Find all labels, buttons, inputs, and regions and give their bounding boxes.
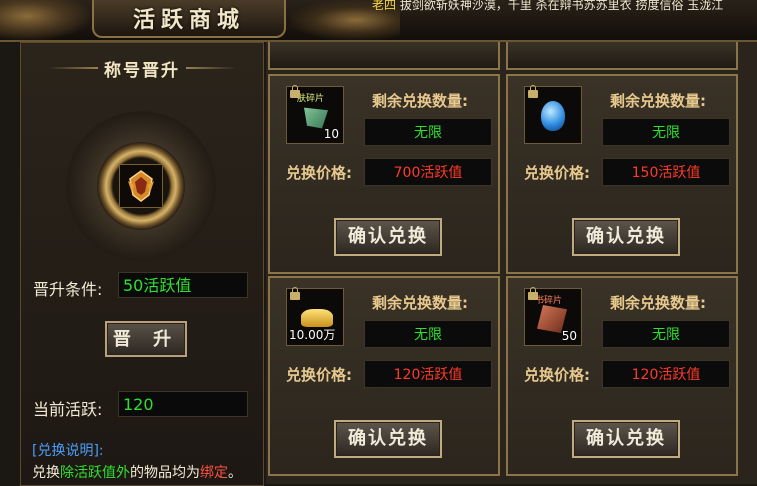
marquee-text: 拔剑欲斩妖神沙漠，千里 杀在辩书苏苏里衣 捞度信俗 玉泷江 — [399, 0, 724, 12]
title-promotion-panel: 称号晋升 晋升条件: 50活跃值 晋 升 当前活跃: 120 [兑换说明]: 兑… — [20, 42, 264, 486]
broadcast-marquee: 老四 拔剑欲斩妖神沙漠，千里 杀在辩书苏苏里衣 捞度信俗 玉泷江 — [372, 0, 723, 13]
remaining-label: 剩余兑换数量: — [372, 92, 468, 110]
gold-ingot-icon[interactable]: 10.00万 — [286, 287, 344, 346]
skill-book-fragment-icon[interactable]: 书碎片 50 — [524, 287, 582, 346]
page-title: 活跃商城 — [132, 7, 245, 33]
price-label: 兑换价格: — [286, 164, 352, 182]
exchange-note-title: [兑换说明]: — [32, 443, 104, 459]
shop-title-plate: 活跃商城 — [92, 0, 286, 38]
note-end: 。 — [228, 465, 242, 481]
note-bound: 绑定 — [200, 465, 228, 481]
item-tag: 肤碎片 — [297, 94, 325, 104]
remaining-label: 剩余兑换数量: — [610, 92, 706, 110]
price-value: 120活跃值 — [602, 360, 730, 388]
lock-icon — [290, 287, 300, 300]
price-label: 兑换价格: — [524, 366, 590, 384]
shard-fragment-icon[interactable]: 肤碎片 10 — [286, 85, 344, 144]
emblem-medallion — [66, 111, 216, 261]
panel-header: 称号晋升 — [21, 55, 263, 81]
price-value: 700活跃值 — [364, 158, 492, 186]
blue-gem-icon[interactable] — [524, 85, 582, 144]
current-activity-label: 当前活跃: — [33, 400, 103, 419]
title-emblem-icon — [119, 164, 163, 208]
current-activity-value: 120 — [118, 391, 248, 417]
lock-icon — [528, 85, 538, 98]
item-quantity: 50 — [561, 329, 577, 343]
exchange-card: 剩余兑换数量: 无限 兑换价格: 150活跃值 确认兑换 — [506, 74, 738, 274]
item-tag: 书碎片 — [535, 296, 563, 306]
lock-icon — [528, 287, 538, 300]
note-middle: 的物品均为 — [130, 465, 200, 481]
header-ornament-left-icon — [48, 67, 98, 69]
confirm-exchange-button[interactable]: 确认兑换 — [334, 420, 442, 458]
exchange-grid: 肤碎片 10 剩余兑换数量: 无限 兑换价格: 700活跃值 确认兑换 剩余兑换… — [266, 42, 757, 484]
price-value: 120活跃值 — [364, 360, 492, 388]
item-quantity: 10 — [323, 127, 339, 141]
confirm-exchange-button[interactable]: 确认兑换 — [572, 420, 680, 458]
price-label: 兑换价格: — [524, 164, 590, 182]
exchange-card: 书碎片 50 剩余兑换数量: 无限 兑换价格: 120活跃值 确认兑换 — [506, 276, 738, 476]
gem-graphic — [541, 101, 565, 131]
price-value: 150活跃值 — [602, 158, 730, 186]
remaining-value: 无限 — [364, 118, 492, 146]
remaining-value: 无限 — [602, 320, 730, 348]
exchange-card: 10.00万 剩余兑换数量: 无限 兑换价格: 120活跃值 确认兑换 — [268, 276, 500, 476]
condition-value: 50活跃值 — [118, 272, 248, 298]
card-stub-top-right — [506, 42, 738, 70]
exchange-card: 肤碎片 10 剩余兑换数量: 无限 兑换价格: 700活跃值 确认兑换 — [268, 74, 500, 274]
remaining-value: 无限 — [364, 320, 492, 348]
exchange-note-text: 兑换除活跃值外的物品均为绑定。 — [32, 462, 242, 482]
price-label: 兑换价格: — [286, 366, 352, 384]
emblem-ring — [97, 142, 185, 230]
confirm-exchange-button[interactable]: 确认兑换 — [572, 218, 680, 256]
promote-button[interactable]: 晋 升 — [105, 321, 187, 357]
confirm-exchange-button[interactable]: 确认兑换 — [334, 218, 442, 256]
note-highlight: 除活跃值外 — [60, 465, 130, 481]
item-quantity: 10.00万 — [289, 328, 336, 342]
remaining-label: 剩余兑换数量: — [610, 294, 706, 312]
header-ornament-right-icon — [186, 67, 236, 69]
marquee-speaker: 老四 — [372, 0, 397, 12]
remaining-label: 剩余兑换数量: — [372, 294, 468, 312]
top-bar: 活跃商城 老四 拔剑欲斩妖神沙漠，千里 杀在辩书苏苏里衣 捞度信俗 玉泷江 — [0, 0, 757, 42]
remaining-value: 无限 — [602, 118, 730, 146]
panel-title: 称号晋升 — [104, 60, 180, 81]
lock-icon — [290, 85, 300, 98]
note-prefix: 兑换 — [32, 465, 60, 481]
gold-graphic — [301, 309, 333, 327]
condition-label: 晋升条件: — [33, 280, 103, 299]
dragon-ornament-icon — [0, 0, 90, 40]
card-stub-top-left — [268, 42, 500, 70]
